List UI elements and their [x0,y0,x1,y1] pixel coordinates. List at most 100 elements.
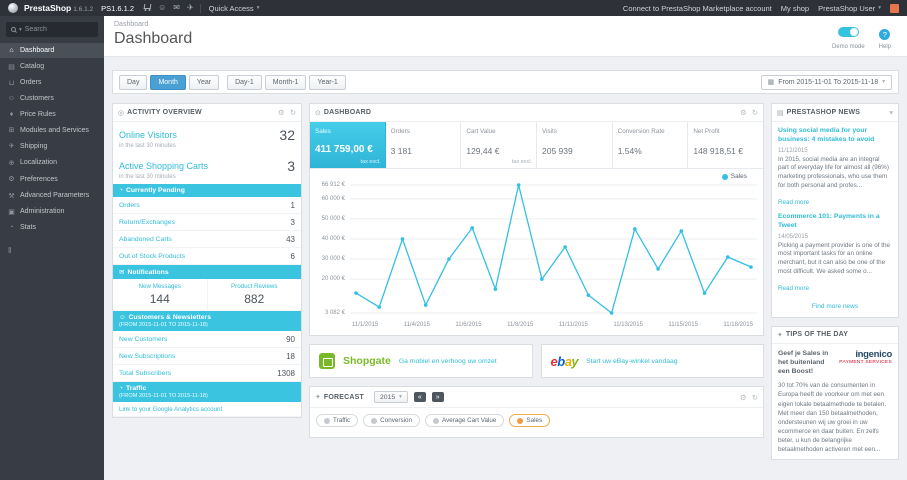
sidebar-item-orders[interactable]: ⊔ Orders [0,75,104,91]
forecast-legend-traffic[interactable]: Traffic [316,414,359,427]
demo-mode-toggle[interactable] [837,27,859,37]
kpi-sales[interactable]: Sales 411 759,00 € tax excl. [310,122,386,168]
avatar [890,3,899,13]
shopgate-promo[interactable]: Shopgate Ga mobiel en verhoog uw omzet [309,344,533,378]
new-customers-row[interactable]: New Customers 90 [113,331,301,348]
paper-plane-icon[interactable]: ✈ [187,4,194,12]
page-header: Dashboard Dashboard Demo mode ? Help [104,16,907,57]
forecast-legend-average-cart-value[interactable]: Average Cart Value [425,414,505,427]
sidebar-item-stats[interactable]: ◔ Stats [0,220,104,235]
topbar-notifications: ☺ ✉ ✈ [143,4,194,12]
sidebar-item-advanced-parameters[interactable]: ⚒ Advanced Parameters [0,187,104,203]
orders-notification-icon[interactable] [143,4,152,12]
forecast-legend-sales[interactable]: Sales [509,414,551,427]
abandoned-carts-row[interactable]: Abandoned Carts 43 [113,231,301,248]
sidebar-item-dashboard[interactable]: ⌂ Dashboard [0,43,104,59]
sidebar-item-price-rules[interactable]: ♦ Price Rules [0,107,104,122]
period-month-1-button[interactable]: Month-1 [264,74,307,90]
total-subscribers-row[interactable]: Total Subscribers 1308 [113,365,301,382]
refresh-icon[interactable]: ↻ [290,108,296,117]
demo-mode-label: Demo mode [831,44,865,50]
news-article-excerpt: Picking a payment provider is one of the… [778,241,891,275]
sales-chart[interactable] [350,179,757,319]
sidebar-item-preferences[interactable]: ⚙ Preferences [0,171,104,187]
news-article-link[interactable]: Ecommerce 101: Payments in a Tweet [778,213,892,231]
sidebar-item-catalog[interactable]: ▤ Catalog [0,58,104,74]
collapse-sidebar-button[interactable]: ‖ [0,236,104,265]
refresh-icon[interactable]: ↻ [752,393,758,402]
google-analytics-link[interactable]: Link to your Google Analytics account [119,406,222,413]
read-more-link[interactable]: Read more [778,285,809,292]
activity-overview-panel: ◎ Activity overview ⚙ ↻ Online Visitors 32… [112,103,302,418]
tag-icon: ♦ [9,110,14,118]
traffic-header: ◔ Traffic (FROM 2015-11-01 TO 2015-11-18) [113,382,301,402]
period-year-1-button[interactable]: Year-1 [309,74,346,90]
period-day-1-button[interactable]: Day-1 [227,74,262,90]
online-visitors-value: 32 [279,127,295,143]
prev-year-button[interactable]: « [413,392,426,402]
sidebar-item-localization[interactable]: ⊕ Localization [0,155,104,171]
brand: PrestaShop 1.6.1.2 [24,3,93,13]
year-select[interactable]: 2015 ▾ [373,391,408,403]
brand-version: 1.6.1.2 [73,6,94,13]
online-visitors-link[interactable]: Online Visitors [119,130,177,140]
period-day-button[interactable]: Day [119,74,148,90]
activity-icon: ◎ [118,109,125,117]
chevron-down-icon[interactable]: ▾ [19,27,22,33]
sidebar-item-label: Localization [20,159,57,167]
sidebar-item-shipping[interactable]: ✈ Shipping [0,138,104,154]
pending-returns-row[interactable]: Return/Exchanges 3 [113,214,301,231]
gear-icon[interactable]: ⚙ [740,393,747,402]
messages-notification-icon[interactable]: ✉ [173,4,180,12]
new-messages-cell[interactable]: New Messages 144 [113,279,207,310]
next-year-button[interactable]: » [431,392,444,402]
refresh-icon[interactable]: ↻ [752,108,758,117]
collapse-icon[interactable]: ▾ [889,108,893,117]
truck-icon: ✈ [8,143,15,151]
marketplace-link[interactable]: Connect to PrestaShop Marketplace accoun… [623,4,772,13]
my-shop-link[interactable]: My shop [781,4,809,13]
new-subscriptions-row[interactable]: New Subscriptions 18 [113,348,301,365]
period-month-button[interactable]: Month [150,74,186,90]
kpi-net-profit[interactable]: Net Profit 148 918,51 € [688,122,763,168]
date-range-picker[interactable]: ▦ From 2015-11-01 To 2015-11-18 ▾ [760,74,892,90]
out-of-stock-row[interactable]: Out of Stock Products 6 [113,248,301,265]
notifications-header: ✉ Notifications [113,265,301,279]
search-input[interactable] [24,26,93,33]
pending-orders-row[interactable]: Orders 1 [113,197,301,214]
gear-icon[interactable]: ⚙ [740,108,747,117]
ebay-promo[interactable]: ebay Start uw eBay-winkel vandaag [540,344,764,378]
active-carts-link[interactable]: Active Shopping Carts [119,161,208,171]
kpi-visits[interactable]: Visits 205 939 [537,122,613,168]
chart-x-axis: 11/1/2015 11/4/2015 11/6/2015 11/8/2015 … [352,322,753,328]
help-icon[interactable]: ? [879,29,891,40]
chart-y-axis: 66 912 € 60 000 € 50 000 € 40 000 € 30 0… [321,182,345,316]
forecast-legend-conversion[interactable]: Conversion [363,414,421,427]
shopgate-link[interactable]: Ga mobiel en verhoog uw omzet [399,358,497,365]
gear-icon[interactable]: ⚙ [278,108,285,117]
dashboard-icon: ⊙ [315,109,321,117]
ebay-link[interactable]: Start uw eBay-winkel vandaag [586,358,677,365]
user-menu[interactable]: PrestaShop User ▾ [818,4,881,13]
sidebar-item-modules[interactable]: ⊞ Modules and Services [0,122,104,138]
kpi-row: Sales 411 759,00 € tax excl. Orders 3 181 C… [310,122,763,169]
quick-access-menu[interactable]: Quick Access ▾ [199,3,259,13]
forecast-legend: Traffic Conversion Average Cart Value Sa… [310,408,763,437]
customers-notification-icon[interactable]: ☺ [158,4,166,12]
sidebar-item-customers[interactable]: ☺ Customers [0,91,104,106]
kpi-orders[interactable]: Orders 3 181 [386,122,462,168]
period-year-button[interactable]: Year [188,74,220,90]
product-reviews-cell[interactable]: Product Reviews 882 [206,279,302,310]
sidebar-item-label: Orders [20,79,42,87]
kpi-conversion-rate[interactable]: Conversion Rate 1.54% [613,122,689,168]
read-more-link[interactable]: Read more [778,199,809,206]
traffic-link-row: Link to your Google Analytics account [113,402,301,417]
chart-legend[interactable]: Sales [721,173,747,180]
active-carts-value: 3 [287,158,295,174]
sidebar-item-administration[interactable]: ▣ Administration [0,204,104,220]
period-buttons: Day Month Year Day-1 Month-1 Year-1 [119,74,346,90]
news-article-date: 11/12/2015 [778,147,808,154]
news-article-link[interactable]: Using social media for your business: 4 … [778,127,892,145]
find-more-news-link[interactable]: Find more news [778,303,892,310]
kpi-cart-value[interactable]: Cart Value 129,44 € tax excl. [461,122,538,168]
